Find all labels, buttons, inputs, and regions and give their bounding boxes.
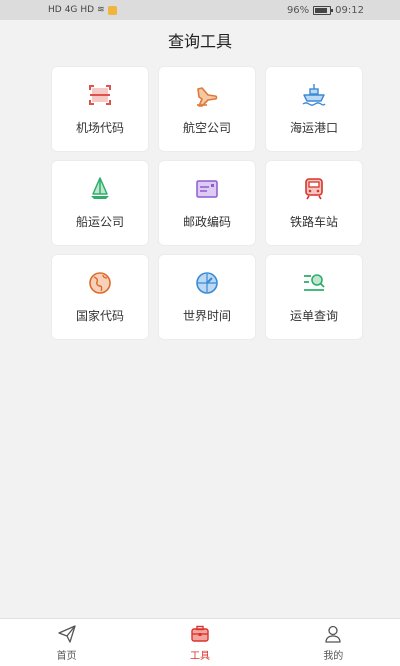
bottom-nav: 首页 工具 我的 <box>0 618 400 666</box>
tool-waybill-query[interactable]: 运单查询 <box>265 254 363 340</box>
tool-label: 国家代码 <box>75 309 124 323</box>
nav-label: 我的 <box>323 650 344 662</box>
tool-country-code[interactable]: 国家代码 <box>51 254 149 340</box>
tool-airline[interactable]: 航空公司 <box>158 66 256 152</box>
network-indicator: 4G <box>64 5 78 15</box>
tool-airport-code[interactable]: 机场代码 <box>51 66 149 152</box>
airplane-icon <box>197 87 218 107</box>
scan-icon <box>89 85 111 105</box>
signal-indicator: HD <box>48 5 62 15</box>
postcard-icon <box>196 180 218 198</box>
tool-label: 机场代码 <box>75 121 124 135</box>
globe-icon <box>89 272 111 294</box>
nav-tools[interactable]: 工具 <box>133 619 266 666</box>
tool-label: 运单查询 <box>289 309 338 323</box>
tool-label: 邮政编码 <box>182 215 231 229</box>
nav-label: 首页 <box>56 650 77 662</box>
battery-percent: 96% <box>286 4 310 16</box>
nav-home[interactable]: 首页 <box>0 619 133 666</box>
status-bar: HD 4G HD ≋ 96% 09:12 <box>0 0 400 20</box>
clock: 09:12 <box>335 4 364 16</box>
tool-sea-port[interactable]: 海运港口 <box>265 66 363 152</box>
train-icon <box>305 178 323 200</box>
sailboat-icon <box>91 177 109 199</box>
nav-label: 工具 <box>189 650 210 662</box>
tool-postal-code[interactable]: 邮政编码 <box>158 160 256 246</box>
tool-railway-station[interactable]: 铁路车站 <box>265 160 363 246</box>
page-title: 查询工具 <box>167 32 232 51</box>
tool-shipping-company[interactable]: 船运公司 <box>51 160 149 246</box>
tool-label: 海运港口 <box>289 121 338 135</box>
compass-icon <box>196 272 218 294</box>
wifi-icon: ≋ <box>97 5 105 15</box>
status-right: 96% 09:12 <box>287 5 400 16</box>
send-icon <box>58 624 76 643</box>
tool-label: 船运公司 <box>75 215 124 229</box>
tool-label: 世界时间 <box>182 309 231 323</box>
battery-icon <box>313 5 334 15</box>
toolbox-icon <box>191 625 209 642</box>
tool-grid: 机场代码 航空公司 海运港口 船运公司 邮政编码 铁路车站 国家代码 世界时间 … <box>51 66 363 340</box>
search-list-icon <box>304 274 325 291</box>
nav-profile[interactable]: 我的 <box>267 619 400 666</box>
ship-icon <box>302 84 326 106</box>
signal-indicator-2: HD <box>80 5 95 15</box>
status-indicators: HD 4G HD ≋ <box>0 5 117 15</box>
notification-icon <box>107 5 117 15</box>
tool-label: 铁路车站 <box>289 215 338 229</box>
tool-world-time[interactable]: 世界时间 <box>158 254 256 340</box>
tool-label: 航空公司 <box>182 121 231 135</box>
user-icon <box>325 625 341 643</box>
